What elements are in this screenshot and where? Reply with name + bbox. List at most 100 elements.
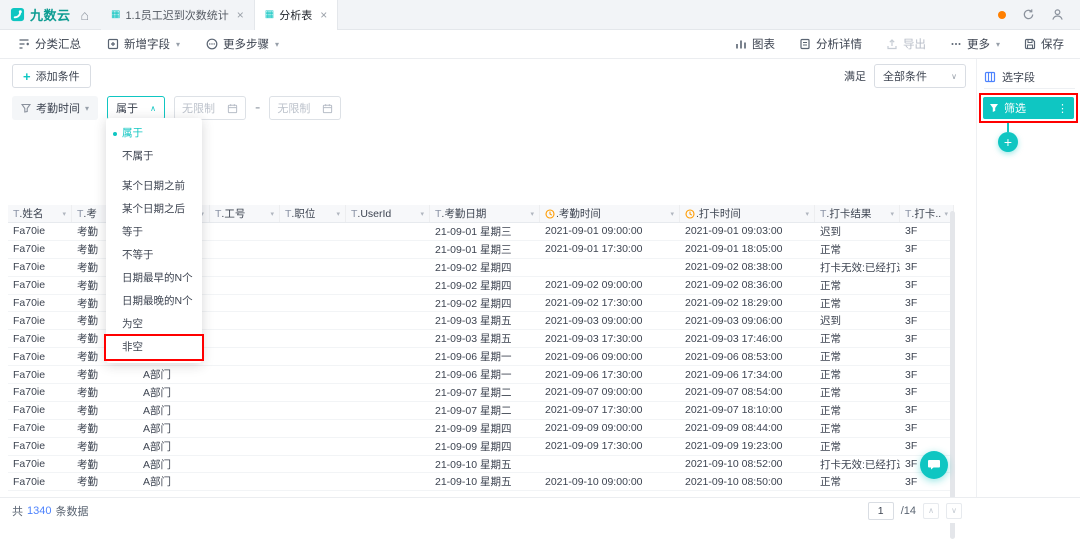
select-field-label: 选字段 bbox=[1002, 71, 1035, 84]
range-start-input[interactable]: 无限制 bbox=[174, 96, 247, 120]
tab-close-icon[interactable]: × bbox=[320, 8, 327, 22]
chat-button[interactable] bbox=[920, 451, 948, 479]
menubar-item-chart[interactable]: 图表 bbox=[735, 36, 775, 52]
table-cell: 2021-09-09 08:44:00 bbox=[685, 422, 783, 435]
fields-icon bbox=[984, 71, 996, 82]
column-filter-caret-icon[interactable]: ▾ bbox=[803, 210, 809, 218]
home-icon[interactable]: ⌂ bbox=[81, 7, 89, 23]
column-filter-caret-icon[interactable]: ▾ bbox=[942, 210, 948, 218]
menubar-item-label: 更多 bbox=[966, 39, 990, 51]
page-input[interactable]: 1 bbox=[867, 501, 894, 520]
page-down-button[interactable]: ∨ bbox=[946, 502, 962, 519]
table-cell: Fa70ie bbox=[13, 422, 46, 435]
table-cell: 21-09-02 星期四 bbox=[435, 261, 512, 274]
tab-analysis-table[interactable]: ▦ 分析表 × bbox=[254, 0, 339, 30]
table-cell: 正常 bbox=[820, 297, 841, 310]
column-filter-caret-icon[interactable]: ▾ bbox=[668, 210, 674, 218]
table-cell: 2021-09-10 09:00:00 bbox=[545, 475, 643, 488]
calendar-icon bbox=[323, 103, 333, 113]
menubar-item-label: 图表 bbox=[751, 39, 775, 51]
menubar-item-analysis-details[interactable]: 分析详情 bbox=[799, 36, 862, 52]
operator-option[interactable]: 某个日期之前 bbox=[106, 175, 202, 198]
table-cell: Fa70ie bbox=[13, 332, 46, 345]
table-cell: 2021-09-06 17:30:00 bbox=[545, 368, 643, 381]
table-cell: 考勤 bbox=[77, 458, 98, 471]
operator-option[interactable]: 不属于 bbox=[106, 145, 202, 168]
menubar-item-more-steps[interactable]: 更多步骤 ▾ bbox=[206, 36, 279, 52]
table-cell: 21-09-10 星期五 bbox=[435, 458, 512, 471]
select-field-item[interactable]: 选字段 bbox=[984, 65, 1075, 89]
table-cell bbox=[280, 312, 346, 329]
table-cell bbox=[280, 456, 346, 473]
table-cell: 正常 bbox=[820, 386, 841, 399]
operator-option[interactable]: 某个日期之后 bbox=[106, 198, 202, 221]
menubar-item-more[interactable]: 更多 ▾ bbox=[950, 36, 1000, 52]
column-header[interactable]: T .打卡结果 ▾ bbox=[815, 205, 900, 222]
table-cell: 21-09-03 星期五 bbox=[435, 315, 512, 328]
table-cell: 2021-09-01 09:00:00 bbox=[545, 225, 643, 238]
operator-option[interactable]: 属于 bbox=[106, 122, 202, 145]
column-header[interactable]: T .UserId ▾ bbox=[346, 205, 430, 222]
column-filter-caret-icon[interactable]: ▾ bbox=[60, 210, 66, 218]
column-header[interactable]: T .打卡... ▾ bbox=[900, 205, 954, 222]
table-cell: A部门 bbox=[143, 458, 172, 471]
operator-option[interactable]: 非空 bbox=[104, 334, 204, 361]
condition-field-chip[interactable]: 考勤时间 ▾ bbox=[12, 96, 99, 120]
table-cell bbox=[346, 420, 430, 437]
operator-option[interactable]: 为空 bbox=[106, 313, 202, 336]
table-cell bbox=[280, 402, 346, 419]
tab-label: 1.1员工迟到次数统计 bbox=[125, 9, 229, 22]
column-filter-caret-icon[interactable]: ▾ bbox=[268, 210, 274, 218]
refresh-icon[interactable] bbox=[1022, 8, 1035, 21]
column-header[interactable]: T .考勤日期 ▾ bbox=[430, 205, 540, 222]
operator-select[interactable]: 属于 ∧ bbox=[107, 96, 166, 120]
tab-close-icon[interactable]: × bbox=[237, 8, 244, 22]
column-header[interactable]: .考勤时间 ▾ bbox=[540, 205, 680, 222]
filter-step-button[interactable]: 筛选 ⋮ bbox=[983, 97, 1074, 119]
add-step-button[interactable]: + bbox=[998, 132, 1018, 152]
table-cell: 2021-09-02 18:29:00 bbox=[685, 297, 783, 309]
column-filter-caret-icon[interactable]: ▾ bbox=[334, 210, 340, 218]
user-icon[interactable] bbox=[1051, 8, 1064, 21]
table-cell: 2021-09-09 09:00:00 bbox=[545, 422, 643, 435]
operator-option[interactable]: 日期最晚的N个 bbox=[106, 290, 202, 313]
table-cell: 考勤 bbox=[77, 404, 98, 417]
funnel-icon bbox=[990, 104, 998, 112]
column-header[interactable]: T .职位 ▾ bbox=[280, 205, 346, 222]
column-header[interactable]: T .工号 ▾ bbox=[210, 205, 280, 222]
table-cell: 正常 bbox=[820, 369, 841, 382]
menubar-item-group-summary[interactable]: 分类汇总 bbox=[18, 36, 81, 52]
vertical-scrollbar[interactable] bbox=[950, 211, 955, 539]
column-header[interactable]: T .姓名 ▾ bbox=[8, 205, 72, 222]
logo-text: 九数云 bbox=[30, 8, 71, 23]
operator-option[interactable]: 等于 bbox=[106, 221, 202, 244]
page-up-button[interactable]: ∧ bbox=[923, 502, 939, 519]
operator-option[interactable]: 不等于 bbox=[106, 244, 202, 267]
range-end-input[interactable]: 无限制 bbox=[269, 96, 342, 120]
table-cell bbox=[210, 277, 280, 294]
table-cell: 正常 bbox=[820, 422, 841, 435]
table-cell bbox=[280, 366, 346, 383]
kebab-icon[interactable]: ⋮ bbox=[1057, 102, 1068, 115]
menubar-item-export[interactable]: 导出 bbox=[886, 36, 926, 52]
table-cell: Fa70ie bbox=[13, 279, 46, 292]
notification-dot-icon[interactable] bbox=[998, 10, 1006, 19]
column-filter-caret-icon[interactable]: ▾ bbox=[528, 210, 534, 218]
annotation-box-filter: 筛选 ⋮ bbox=[979, 93, 1078, 123]
table-cell bbox=[346, 277, 430, 294]
table-cell: 21-09-09 星期四 bbox=[435, 440, 512, 453]
menubar-item-save[interactable]: 保存 bbox=[1024, 36, 1064, 52]
match-condition-select[interactable]: 全部条件 ∨ bbox=[874, 64, 966, 88]
column-filter-caret-icon[interactable]: ▾ bbox=[888, 210, 894, 218]
table-cell: 2021-09-07 08:54:00 bbox=[685, 386, 783, 399]
table-cell: 3F bbox=[905, 404, 918, 417]
operator-menu: 属于 不属于某个日期之前 某个日期之后 等于 不等于 日期最早的N个 日期最晚的N个 为空 非空 bbox=[104, 118, 204, 363]
menubar-item-add-field[interactable]: 新增字段 ▾ bbox=[107, 36, 180, 52]
table-cell bbox=[210, 330, 280, 347]
operator-option[interactable]: 日期最早的N个 bbox=[106, 267, 202, 290]
table-cell: 3F bbox=[905, 368, 918, 381]
column-filter-caret-icon[interactable]: ▾ bbox=[418, 210, 424, 218]
add-condition-button[interactable]: + 添加条件 bbox=[12, 64, 91, 88]
column-header[interactable]: .打卡时间 ▾ bbox=[680, 205, 815, 222]
tab-employee-late-stats[interactable]: ▦ 1.1员工迟到次数统计 × bbox=[100, 0, 255, 30]
